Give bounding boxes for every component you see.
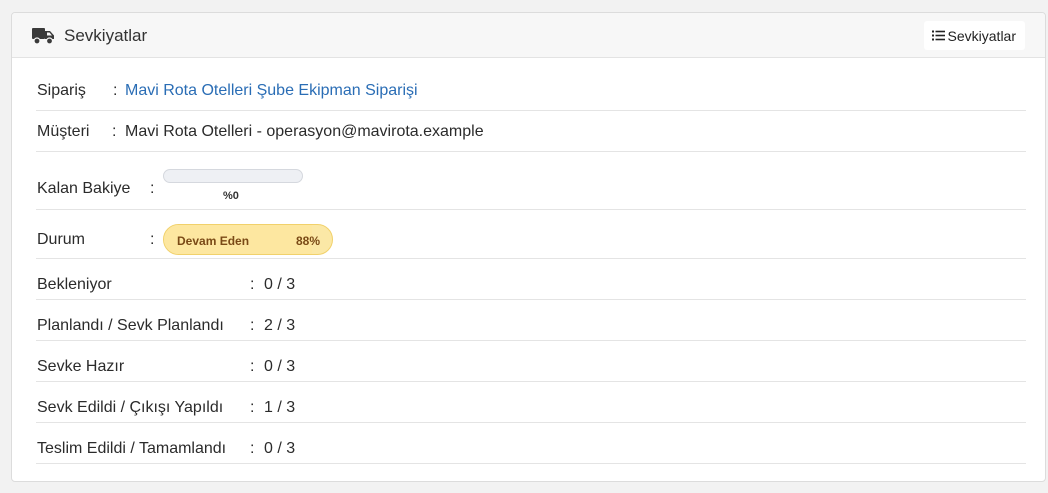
order-label: Sipariş — [37, 82, 86, 99]
step-row-ready: Sevke Hazır : 0 / 3 — [36, 341, 1026, 382]
status-separator: : — [150, 231, 155, 248]
shipment-details: Sipariş : Mavi Rota Otelleri Şube Ekipma… — [36, 70, 1026, 464]
step-value: 0 / 3 — [264, 440, 296, 457]
step-label: Planlandı / Sevk Planlandı — [37, 317, 224, 334]
truck-icon — [32, 26, 55, 45]
customer-row: Müşteri : Mavi Rota Otelleri - operasyon… — [36, 111, 1026, 152]
step-value: 0 / 3 — [264, 358, 296, 375]
list-icon — [931, 30, 945, 41]
step-row-delivered: Teslim Edildi / Tamamlandı : 0 / 3 — [36, 423, 1026, 464]
step-separator: : — [250, 276, 255, 293]
balance-separator: : — [150, 180, 155, 197]
status-text: Devam Eden — [177, 234, 250, 248]
step-label: Bekleniyor — [37, 276, 112, 293]
step-value: 2 / 3 — [264, 317, 296, 334]
status-label: Durum — [37, 231, 86, 248]
balance-row: Kalan Bakiye : %0 — [36, 152, 1026, 210]
order-link[interactable]: Mavi Rota Otelleri Şube Ekipman Siparişi — [125, 82, 418, 100]
step-label: Sevke Hazır — [37, 358, 125, 375]
customer-separator: : — [112, 123, 117, 140]
step-separator: : — [250, 317, 255, 334]
step-row-waiting: Bekleniyor : 0 / 3 — [36, 259, 1026, 300]
balance-percent: %0 — [223, 190, 239, 202]
customer-label: Müşteri — [37, 123, 90, 140]
step-separator: : — [250, 399, 255, 416]
step-row-shipped: Sevk Edildi / Çıkışı Yapıldı : 1 / 3 — [36, 382, 1026, 423]
step-separator: : — [250, 440, 255, 457]
step-row-planned: Planlandı / Sevk Planlandı : 2 / 3 — [36, 300, 1026, 341]
card-header: Sevkiyatlar Sevkiyatlar — [12, 13, 1045, 58]
order-row: Sipariş : Mavi Rota Otelleri Şube Ekipma… — [36, 70, 1026, 111]
order-separator: : — [113, 82, 118, 99]
status-row: Durum : Devam Eden 88% — [36, 210, 1026, 259]
status-percent: 88% — [295, 234, 320, 248]
shipments-list-button-label: Sevkiyatlar — [947, 27, 1016, 44]
balance-progress-bar — [163, 169, 303, 183]
status-badge: Devam Eden 88% — [163, 224, 333, 255]
step-label: Sevk Edildi / Çıkışı Yapıldı — [37, 399, 224, 416]
step-label: Teslim Edildi / Tamamlandı — [37, 440, 227, 457]
step-value: 0 / 3 — [264, 276, 296, 293]
customer-value: Mavi Rota Otelleri - operasyon@mavirota.… — [125, 123, 484, 140]
balance-label: Kalan Bakiye — [37, 180, 131, 197]
shipments-list-button[interactable]: Sevkiyatlar — [923, 21, 1025, 50]
page-title: Sevkiyatlar — [64, 26, 148, 45]
step-value: 1 / 3 — [264, 399, 296, 416]
shipments-card: Sevkiyatlar Sevkiyatlar Sipariş : Mavi R… — [11, 12, 1046, 482]
step-separator: : — [250, 358, 255, 375]
